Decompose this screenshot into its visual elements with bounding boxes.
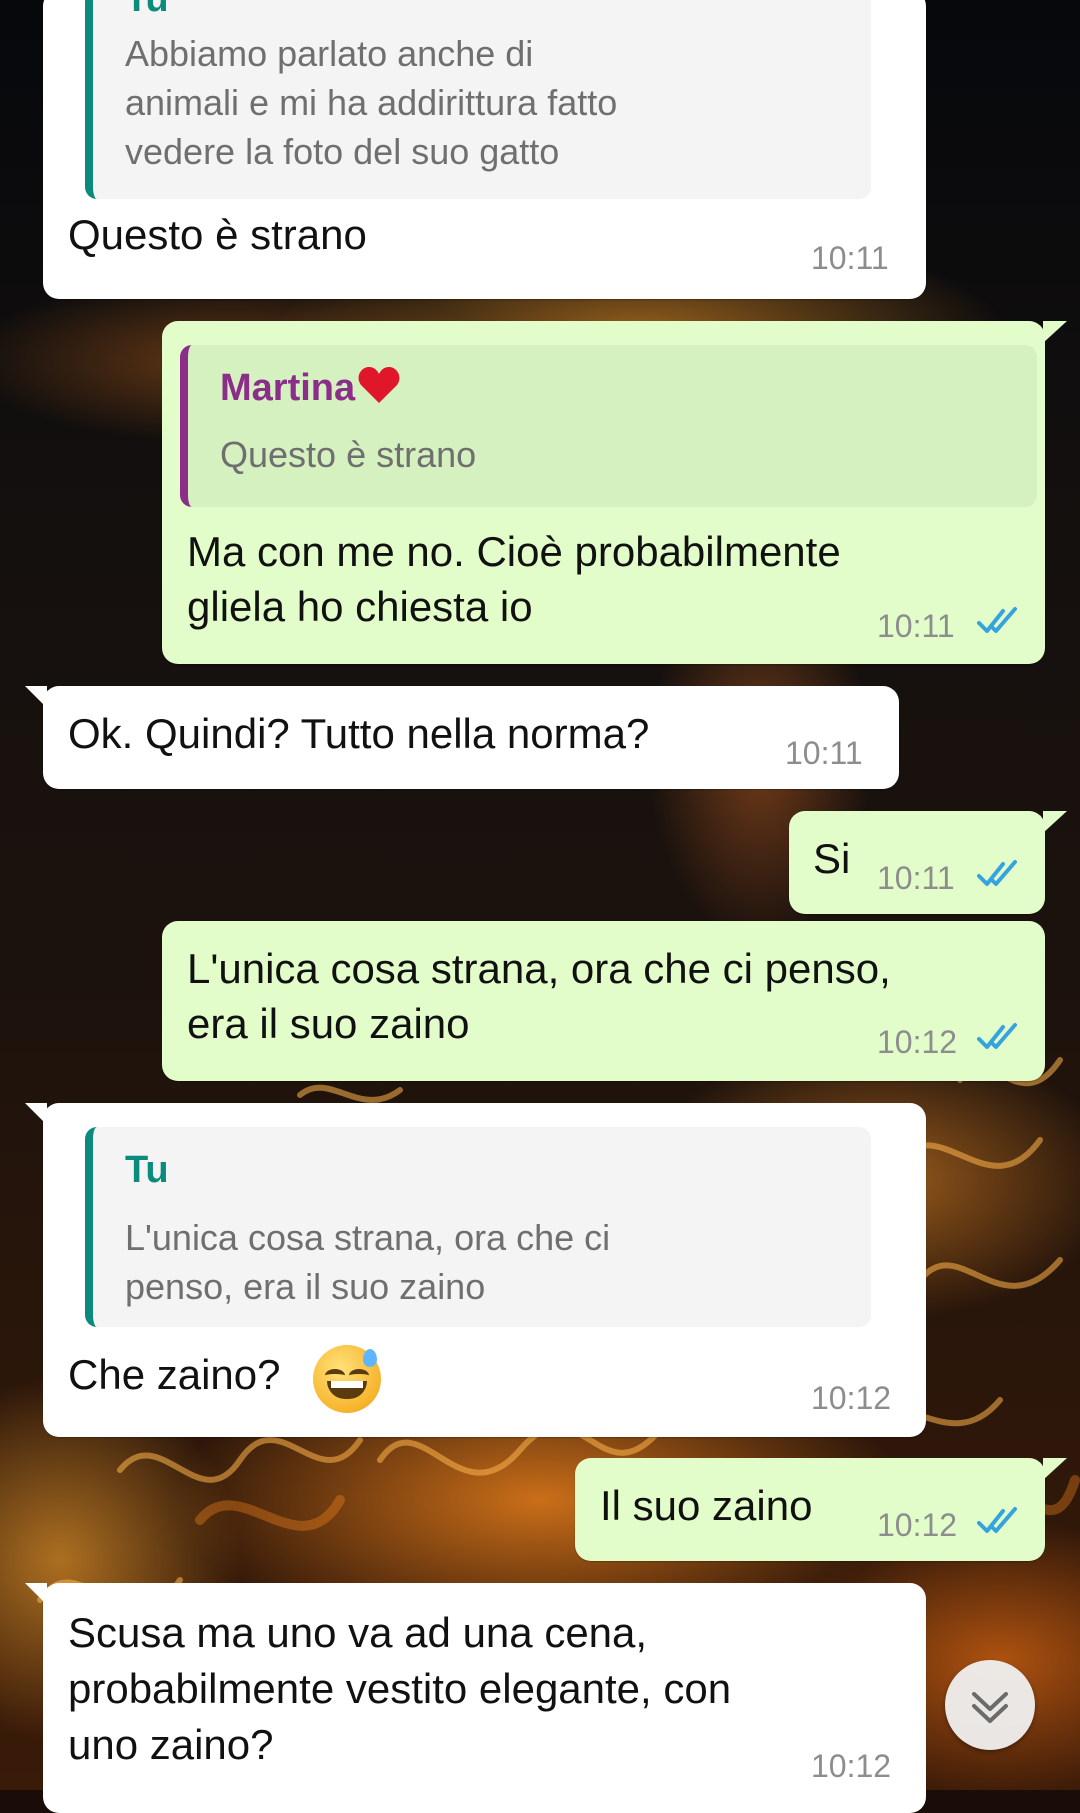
quoted-message[interactable]: Tu L'unica cosa strana, ora che ci penso… bbox=[85, 1127, 871, 1327]
quoted-sender-name: Tu bbox=[125, 0, 169, 21]
quoted-text-line: Abbiamo parlato anche di bbox=[125, 33, 534, 74]
quoted-text-line: penso, era il suo zaino bbox=[125, 1266, 486, 1307]
quoted-sender-name: Martina bbox=[220, 365, 401, 415]
message-incoming[interactable]: Ok. Quindi? Tutto nella norma? 10:11 bbox=[25, 686, 899, 789]
message-incoming[interactable]: Scusa ma uno va ad una cena, probabilmen… bbox=[25, 1583, 926, 1813]
message-text: Ok. Quindi? Tutto nella norma? bbox=[68, 710, 650, 757]
quoted-text-line: L'unica cosa strana, ora che ci bbox=[125, 1217, 611, 1258]
message-time: 10:11 bbox=[877, 608, 955, 644]
message-outgoing[interactable]: Il suo zaino 10:12 bbox=[575, 1458, 1067, 1561]
message-text: era il suo zaino bbox=[187, 1000, 470, 1047]
message-time: 10:12 bbox=[877, 1507, 958, 1543]
message-time: 10:12 bbox=[811, 1748, 892, 1784]
message-text: Il suo zaino bbox=[600, 1482, 813, 1529]
message-time: 10:12 bbox=[811, 1380, 892, 1416]
message-text: Scusa ma uno va ad una cena, bbox=[68, 1609, 648, 1656]
quoted-text-line: Questo è strano bbox=[220, 434, 477, 475]
message-text: L'unica cosa strana, ora che ci penso, bbox=[187, 945, 891, 992]
message-incoming[interactable]: Tu L'unica cosa strana, ora che ci penso… bbox=[25, 1103, 926, 1437]
message-outgoing[interactable]: L'unica cosa strana, ora che ci penso, e… bbox=[162, 921, 1045, 1081]
message-time: 10:11 bbox=[785, 735, 863, 771]
double-check-icon bbox=[977, 1507, 1017, 1533]
scroll-to-bottom-button[interactable] bbox=[945, 1660, 1035, 1750]
quoted-sender-name: Tu bbox=[125, 1149, 169, 1191]
quoted-text-line: vedere la foto del suo gatto bbox=[125, 131, 560, 172]
red-heart-icon bbox=[357, 365, 401, 415]
grinning-face-with-sweat-icon bbox=[313, 1345, 381, 1413]
message-time: 10:12 bbox=[877, 1024, 958, 1060]
double-check-icon bbox=[977, 860, 1017, 886]
double-chevron-down-icon bbox=[972, 1692, 1008, 1723]
message-time: 10:11 bbox=[877, 860, 955, 896]
double-check-icon bbox=[977, 1023, 1017, 1049]
message-text: Si bbox=[813, 835, 851, 882]
quoted-message[interactable]: Tu Abbiamo parlato anche di animali e mi… bbox=[85, 0, 871, 199]
message-outgoing[interactable]: Martina Questo è strano Ma con me no. Ci… bbox=[162, 321, 1067, 664]
message-outgoing[interactable]: Si 10:11 bbox=[789, 811, 1067, 914]
message-text: gliela ho chiesta io bbox=[187, 583, 533, 630]
message-text: Che zaino? bbox=[68, 1351, 281, 1398]
message-time: 10:11 bbox=[811, 240, 889, 276]
message-text: probabilmente vestito elegante, con bbox=[68, 1665, 732, 1712]
quoted-text-line: animali e mi ha addirittura fatto bbox=[125, 82, 618, 123]
message-incoming[interactable]: Tu Abbiamo parlato anche di animali e mi… bbox=[43, 0, 926, 299]
message-text: Questo è strano bbox=[68, 211, 367, 258]
message-text: uno zaino? bbox=[68, 1721, 274, 1768]
double-check-icon bbox=[977, 607, 1017, 633]
quoted-message[interactable]: Martina Questo è strano bbox=[180, 345, 1037, 507]
message-text: Ma con me no. Cioè probabilmente bbox=[187, 528, 841, 575]
quoted-sender-label: Martina bbox=[220, 367, 356, 410]
